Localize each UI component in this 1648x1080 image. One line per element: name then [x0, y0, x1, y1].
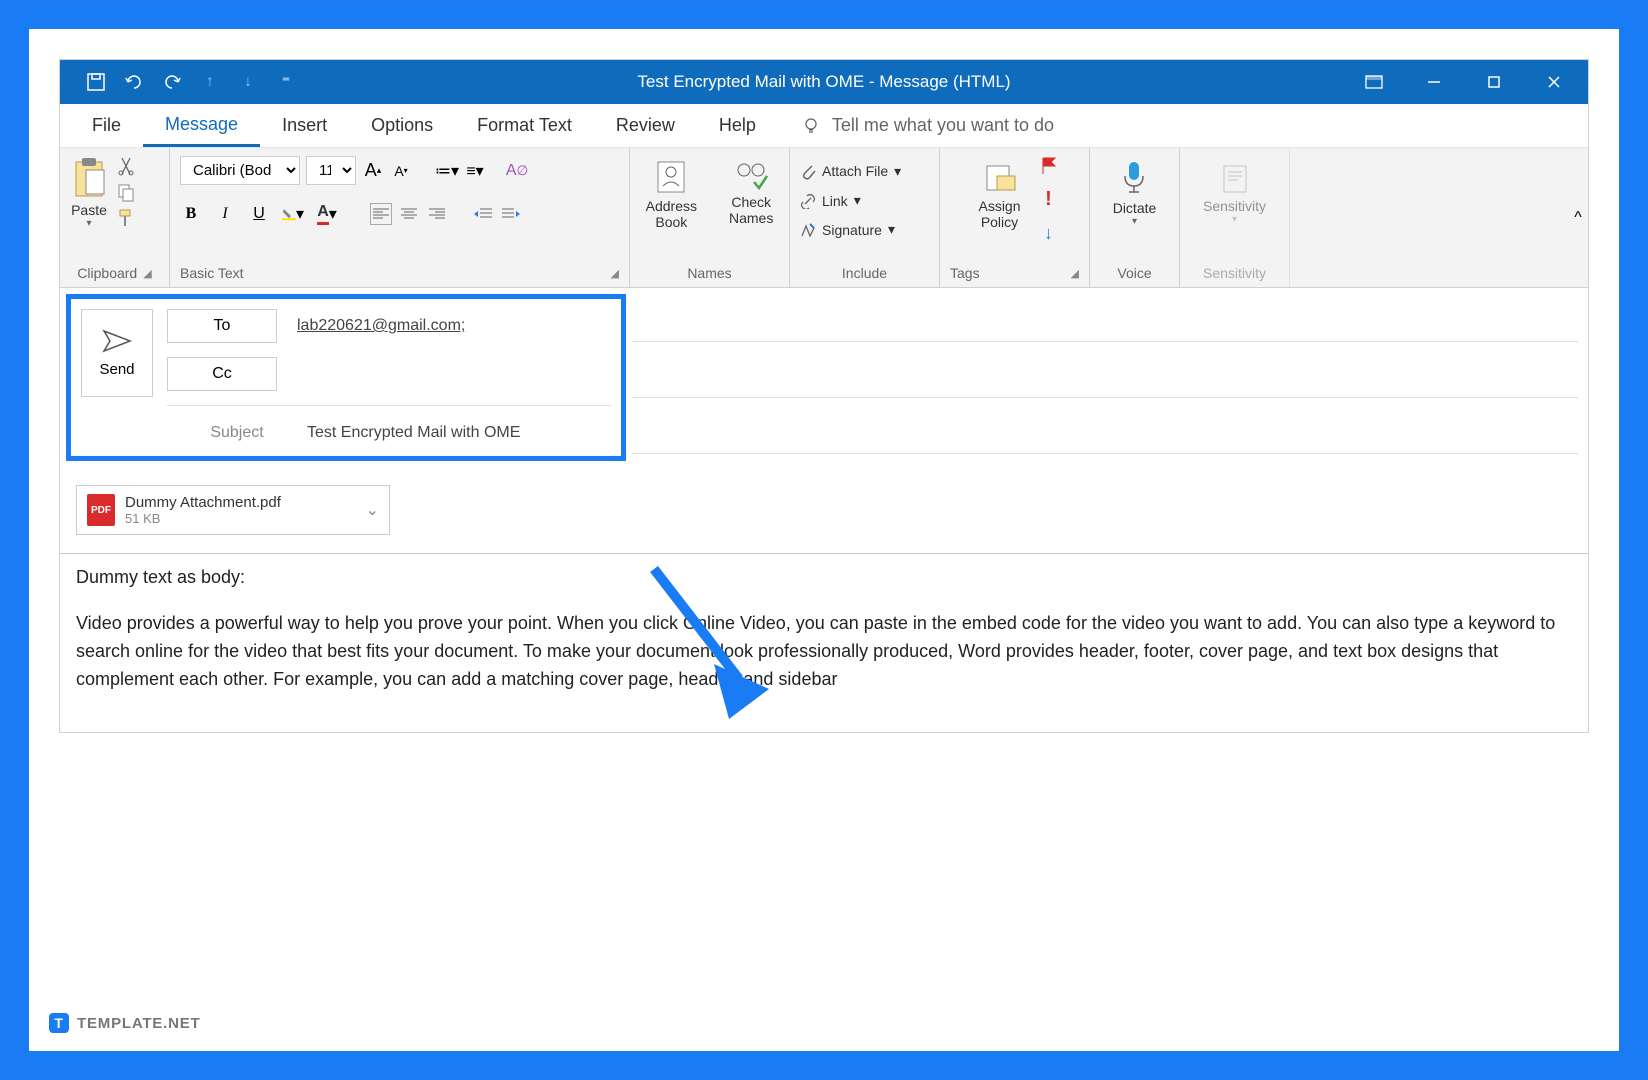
increase-indent-icon[interactable] — [500, 203, 522, 225]
ribbon: Paste ▾ Clipboard◢ Calibri (Bod 1 — [60, 148, 1588, 288]
high-importance-icon[interactable]: ! — [1045, 188, 1052, 211]
font-size-select[interactable]: 11 — [306, 156, 356, 185]
body-paragraph: Video provides a powerful way to help yo… — [76, 610, 1572, 694]
down-arrow-icon[interactable]: ↓ — [238, 72, 258, 92]
group-voice-label: Voice — [1100, 261, 1169, 285]
dialog-launcher-icon[interactable]: ◢ — [1071, 267, 1079, 280]
menu-bar: File Message Insert Options Format Text … — [60, 104, 1588, 148]
link-icon — [800, 193, 816, 209]
link-button[interactable]: Link ▾ — [800, 190, 861, 211]
numbering-icon[interactable]: ≡▾ — [464, 160, 486, 182]
qat-more-icon[interactable]: ⁼ — [276, 72, 296, 92]
clipboard-icon — [70, 156, 108, 198]
sensitivity-button: Sensitivity ▾ — [1195, 156, 1274, 229]
menu-options[interactable]: Options — [349, 104, 455, 147]
save-icon[interactable] — [86, 72, 106, 92]
assign-policy-button[interactable]: Assign Policy — [970, 156, 1028, 234]
recipient-highlight: Send To lab220621@gmail.com; Cc — [66, 294, 626, 461]
dialog-launcher-icon[interactable]: ◢ — [611, 267, 619, 280]
maximize-icon[interactable] — [1484, 72, 1504, 92]
message-body[interactable]: Dummy text as body: Video provides a pow… — [60, 553, 1588, 732]
tell-me-search[interactable]: Tell me what you want to do — [802, 115, 1054, 136]
shrink-font-icon[interactable]: A▾ — [390, 160, 412, 182]
group-sensitivity-label: Sensitivity — [1190, 261, 1279, 285]
check-names-button[interactable]: Check Names — [721, 156, 781, 230]
align-right-icon[interactable] — [426, 203, 448, 225]
address-book-button[interactable]: Address Book — [638, 156, 705, 234]
redo-icon[interactable] — [162, 72, 182, 92]
watermark-icon: T — [49, 1013, 69, 1033]
menu-message[interactable]: Message — [143, 104, 260, 147]
paste-button[interactable]: Paste ▾ — [70, 156, 108, 229]
collapse-ribbon-icon[interactable]: ^ — [1568, 148, 1588, 287]
bold-button[interactable]: B — [180, 203, 202, 225]
send-icon — [102, 329, 132, 353]
paperclip-icon — [800, 162, 816, 180]
cc-button[interactable]: Cc — [167, 357, 277, 391]
subject-field-value[interactable]: Test Encrypted Mail with OME — [307, 424, 520, 442]
attachment-dropdown-icon[interactable]: ⌄ — [366, 500, 379, 520]
to-button[interactable]: To — [167, 309, 277, 343]
group-basictext-label: Basic Text — [180, 265, 244, 281]
policy-icon — [983, 160, 1017, 194]
font-name-select[interactable]: Calibri (Bod — [180, 156, 300, 185]
attachment-size: 51 KB — [125, 511, 281, 526]
send-button[interactable]: Send — [81, 309, 153, 397]
to-field-value[interactable]: lab220621@gmail.com; — [297, 317, 465, 335]
pdf-icon: PDF — [87, 494, 115, 526]
menu-review[interactable]: Review — [594, 104, 697, 147]
undo-icon[interactable] — [124, 72, 144, 92]
dialog-launcher-icon[interactable]: ◢ — [143, 267, 151, 280]
watermark: T TEMPLATE.NET — [49, 1013, 200, 1033]
sensitivity-icon — [1220, 160, 1250, 194]
lightbulb-icon — [802, 117, 820, 135]
grow-font-icon[interactable]: A▴ — [362, 160, 384, 182]
clear-format-icon[interactable]: A∅ — [506, 160, 528, 182]
ribbon-display-icon[interactable] — [1364, 72, 1384, 92]
align-center-icon[interactable] — [398, 203, 420, 225]
copy-icon[interactable] — [116, 182, 136, 202]
tell-me-label: Tell me what you want to do — [832, 115, 1054, 136]
menu-format-text[interactable]: Format Text — [455, 104, 594, 147]
menu-file[interactable]: File — [70, 104, 143, 147]
italic-button[interactable]: I — [214, 203, 236, 225]
align-left-icon[interactable] — [370, 203, 392, 225]
attachment-item[interactable]: PDF Dummy Attachment.pdf 51 KB ⌄ — [76, 485, 390, 535]
microphone-icon — [1121, 160, 1147, 196]
cut-icon[interactable] — [116, 156, 136, 176]
group-include-label: Include — [800, 261, 929, 285]
window-title: Test Encrypted Mail with OME - Message (… — [637, 72, 1010, 92]
signature-button[interactable]: Signature ▾ — [800, 219, 895, 240]
attach-file-button[interactable]: Attach File ▾ — [800, 160, 901, 182]
attachment-name: Dummy Attachment.pdf — [125, 494, 281, 511]
menu-help[interactable]: Help — [697, 104, 778, 147]
address-book-icon — [656, 160, 686, 194]
close-icon[interactable] — [1544, 72, 1564, 92]
signature-icon — [800, 222, 816, 238]
group-tags-label: Tags — [950, 265, 980, 281]
group-names-label: Names — [640, 261, 779, 285]
underline-button[interactable]: U — [248, 203, 270, 225]
flag-icon[interactable] — [1039, 156, 1059, 176]
font-color-icon[interactable]: A▾ — [316, 203, 338, 225]
dictate-button[interactable]: Dictate ▾ — [1105, 156, 1165, 231]
up-arrow-icon[interactable]: ↑ — [200, 72, 220, 92]
decrease-indent-icon[interactable] — [472, 203, 494, 225]
highlight-icon[interactable]: ▾ — [282, 203, 304, 225]
low-importance-icon[interactable]: ↓ — [1044, 223, 1053, 244]
title-bar: ↑ ↓ ⁼ Test Encrypted Mail with OME - Mes… — [60, 60, 1588, 104]
subject-label: Subject — [167, 424, 307, 442]
format-painter-icon[interactable] — [116, 208, 136, 228]
menu-insert[interactable]: Insert — [260, 104, 349, 147]
group-clipboard-label: Clipboard — [77, 265, 137, 281]
body-intro: Dummy text as body: — [76, 564, 1572, 592]
check-names-icon — [734, 160, 768, 190]
minimize-icon[interactable] — [1424, 72, 1444, 92]
bullets-icon[interactable]: ≔▾ — [436, 160, 458, 182]
